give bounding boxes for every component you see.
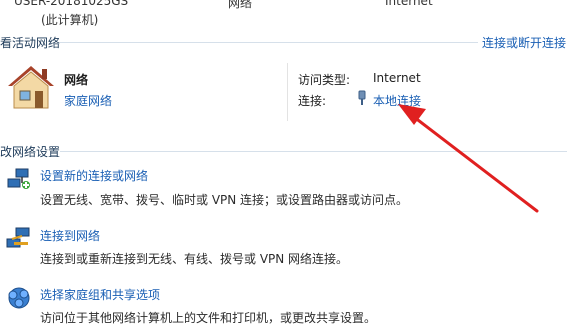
annotation-arrow — [398, 104, 539, 213]
